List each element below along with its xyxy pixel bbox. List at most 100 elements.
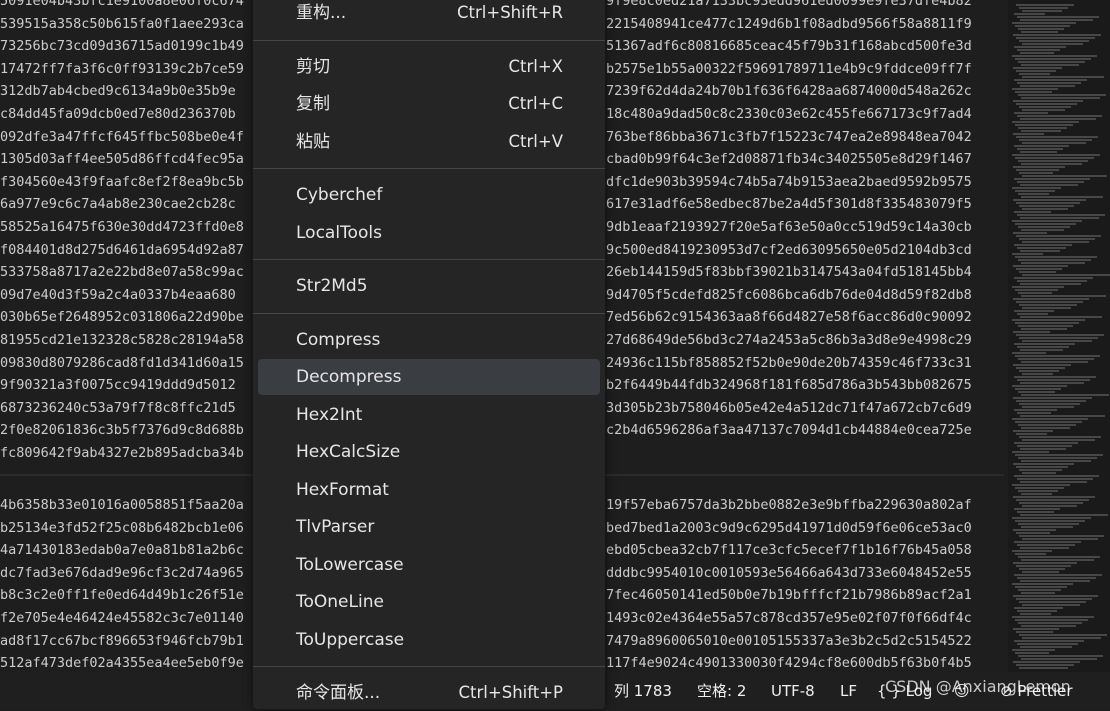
code-line: 117f4e9024c4901330030f4294cf8e600db5f63b… [606,655,972,672]
menu-item-hex2int[interactable]: Hex2Int [258,397,600,433]
minimap-line [1022,274,1110,276]
menu-item-label: HexCalcSize [296,442,401,462]
minimap-line [1017,181,1084,183]
minimap-line [1015,553,1046,555]
minimap-line [1013,34,1101,36]
menu-item-label: 复制 [296,94,330,114]
minimap-line [1016,103,1077,105]
minimap-line [1022,76,1104,78]
code-line: 26eb144159d5f83bbf39021b3147543a04fd5181… [606,264,972,281]
menu-item-item-1-1[interactable]: 复制 Ctrl+C [258,86,600,122]
minimap-line [1020,250,1060,252]
minimap-line [1019,7,1068,9]
code-line: dfc1de903b39594c74b5a74b9153aea2baed9592… [606,173,972,190]
minimap-line [1019,304,1077,306]
menu-item-label: 重构... [296,3,347,23]
menu-item-item-5-0[interactable]: 命令面板... Ctrl+Shift+P [258,675,600,711]
minimap-line [1022,175,1107,177]
menu-separator [253,259,605,260]
minimap-line [1019,568,1065,570]
minimap-line [1022,10,1062,12]
minimap-line [1022,208,1068,210]
minimap-line [1019,205,1074,207]
menu-item-shortcut: Ctrl+C [508,94,563,113]
minimap-line [1013,562,1077,564]
minimap-line [1018,655,1103,657]
minimap-line [1017,379,1090,381]
minimap-line [1019,502,1083,504]
code-line: 312db7ab4cbed9c6134a9b0e35b9e [0,83,236,100]
minimap-line [1021,592,1055,594]
minimap-line [1012,55,1097,57]
status-eol[interactable]: LF [840,681,857,701]
menu-item-item-1-2[interactable]: 粘贴 Ctrl+V [258,124,600,160]
status-encoding[interactable]: UTF-8 [771,681,815,701]
minimap-line [1021,163,1082,165]
menu-item-hexcalcsize[interactable]: HexCalcSize [258,434,600,470]
code-line: 617e31adf6e58edbec87be2a4d5f301d8f335483… [606,196,972,213]
minimap-line [1021,229,1064,231]
minimap-line [1012,517,1091,519]
minimap-line [1013,331,1050,333]
minimap-line [1013,67,1062,69]
minimap-line [1016,136,1098,138]
minimap-line [1015,190,1055,192]
minimap-line [1022,637,1101,639]
code-line: f304560e43f9faafc8ef2f8ea9bc5b [0,173,244,190]
minimap-line [1018,457,1097,459]
minimap-line [1013,298,1089,300]
minimap-line [1013,661,1080,663]
minimap-line [1014,79,1087,81]
minimap-line [1017,280,1087,282]
menu-item-localtools[interactable]: LocalTools [258,215,600,251]
minimap-line [1012,616,1094,618]
menu-item-item-0-0[interactable]: 重构... Ctrl+Shift+R [258,0,600,31]
status-indentation[interactable]: 空格: 2 [697,681,746,701]
minimap-line [1019,106,1071,108]
menu-item-hexformat[interactable]: HexFormat [258,472,600,508]
minimap-line [1019,601,1086,603]
menu-item-label: HexFormat [296,479,389,500]
minimap-line [1022,142,1086,144]
menu-item-item-1-0[interactable]: 剪切 Ctrl+X [258,49,600,85]
code-line: 5091e04b43bfc1e9100a8e06f0c674 [0,0,244,9]
code-line: 17472ff7fa3f6c0ff93139c2b7ce59 [0,60,244,77]
minimap-line [1019,535,1104,537]
minimap-line [1016,598,1092,600]
context-menu: 重构... Ctrl+Shift+R 剪切 Ctrl+X 复制 Ctrl+C 粘贴 Ctrl+… [253,0,605,709]
menu-item-tolowercase[interactable]: ToLowercase [258,547,600,583]
menu-item-tooneline[interactable]: ToOneLine [258,584,600,620]
minimap-line [1021,295,1106,297]
menu-item-compress[interactable]: Compress [258,322,600,358]
minimap-line [1018,226,1070,228]
status-column[interactable]: 列 1783 [614,681,672,701]
minimap-line [1015,586,1067,588]
minimap-line [1017,478,1093,480]
minimap-line [1018,160,1088,162]
minimap-line [1013,496,1095,498]
code-line: c84dd45fa09dcb0ed7e80d236370b [0,105,236,122]
minimap-line [1018,622,1082,624]
code-line: 092dfe3a47ffcf645ffbc508be0e4f [0,128,244,145]
menu-item-str2md5[interactable]: Str2Md5 [258,268,600,304]
menu-item-decompress[interactable]: Decompress [258,359,600,395]
menu-item-cyberchef[interactable]: Cyberchef [258,177,600,213]
minimap-line [1014,508,1060,510]
minimap[interactable] [1008,0,1110,672]
minimap-line [1014,211,1051,213]
code-line: 763bef86bba3671c3fb7f15223c747ea2e89848e… [606,128,972,145]
minimap-line [1018,193,1049,195]
minimap-line [1012,352,1046,354]
menu-item-touppercase[interactable]: ToUppercase [258,622,600,658]
code-line: 58525a16475f630e30dd4723ffd0e8 [0,218,244,235]
minimap-line [1014,277,1093,279]
minimap-line [1021,526,1073,528]
code-line: 81955cd21e132328c5828c28194a58 [0,331,244,348]
code-line: 3d305b23b758046b05e42e4a512dc71f47a672cb… [606,399,972,416]
minimap-line [1013,397,1092,399]
minimap-line [1012,484,1070,486]
menu-item-label: ToUppercase [296,629,405,650]
menu-item-tlvparser[interactable]: TlvParser [258,509,600,545]
minimap-line [1015,58,1091,60]
minimap-line [1020,52,1054,54]
